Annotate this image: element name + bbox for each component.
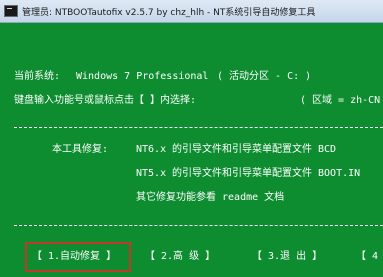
current-system-value: Windows 7 Professional (76, 71, 209, 82)
separator-top (14, 127, 383, 128)
window-title: 管理员: NTBOOTautofix v2.5.7 by chz_hlh - N… (22, 7, 316, 18)
active-partition: ( 活动分区 - C: ) (217, 71, 312, 82)
exit-button[interactable]: 【 3.退 出 】 (252, 251, 322, 263)
console-area: 当前系统: Windows 7 Professional ( 活动分区 - C:… (0, 23, 383, 277)
nt6-description: 的引导文件和引导菜单配置文件 BCD (172, 144, 337, 155)
nt5-prefix: NT5.x (136, 168, 167, 179)
title-bar[interactable]: 管理员: NTBOOTautofix v2.5.7 by chz_hlh - N… (0, 0, 383, 23)
separator-bottom (14, 225, 383, 226)
nt5-description: 的引导文件和引导菜单配置文件 BOOT.IN (172, 168, 361, 179)
advanced-button[interactable]: 【 2.高 级 】 (145, 251, 215, 263)
option-4-button[interactable]: 【 4 (356, 251, 378, 263)
region-info: ( 区域 = zh-CN (300, 95, 381, 106)
nt6-prefix: NT6.x (136, 144, 167, 155)
other-repair-info: 其它修复功能参看 readme 文档 (136, 192, 285, 203)
auto-repair-button[interactable]: 【 1.自动修复 】 (32, 251, 116, 263)
repair-label: 本工具修复: (52, 144, 109, 155)
input-prompt: 键盘输入功能号或鼠标点击【 】内选择: (14, 95, 197, 106)
current-system-label: 当前系统: (14, 71, 61, 82)
console-window: 管理员: NTBOOTautofix v2.5.7 by chz_hlh - N… (0, 0, 383, 277)
console-app-icon (4, 5, 18, 17)
